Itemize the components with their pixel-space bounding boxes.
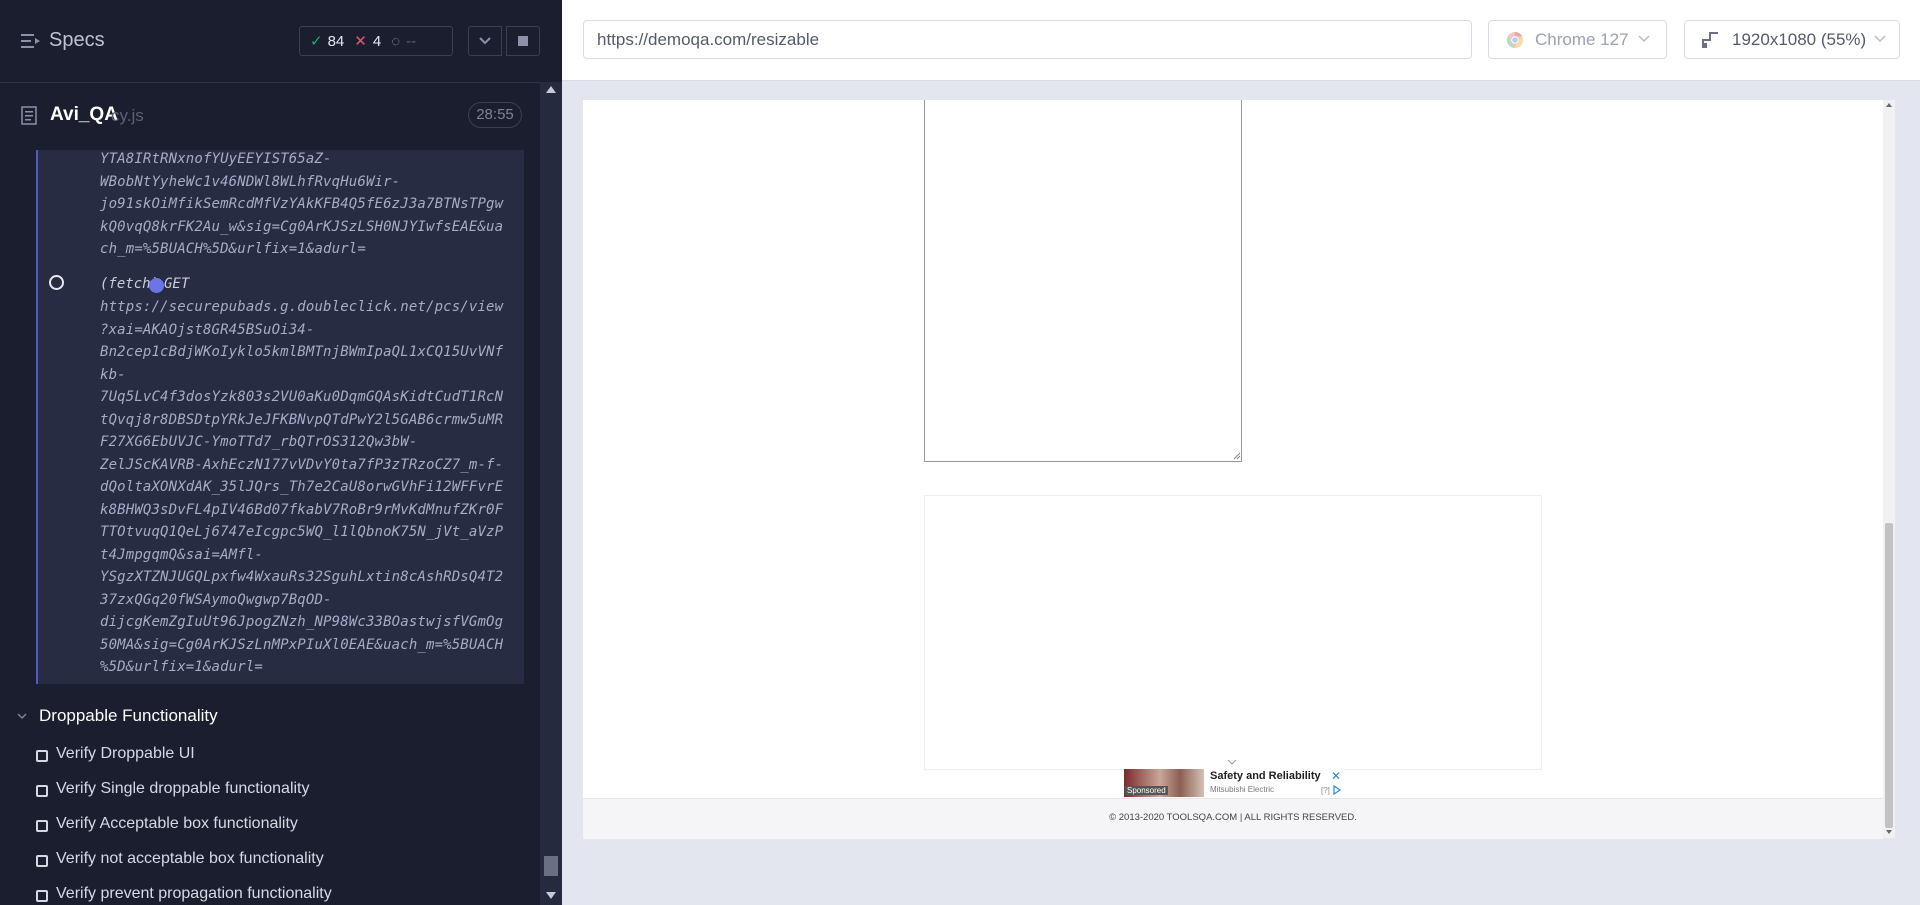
pending-count: ◌ -- [391, 32, 417, 50]
x-icon: ✕ [354, 33, 367, 50]
suite-title[interactable]: Droppable Functionality [39, 706, 218, 726]
failed-count: ✕ 4 [354, 32, 382, 51]
test-status-icon [36, 785, 48, 797]
scrollbar-thumb[interactable] [544, 856, 558, 876]
spinner-icon [49, 275, 64, 290]
ad-sponsored-label: Sponsored [1125, 786, 1168, 795]
spec-file-ext: cy.js [111, 106, 144, 125]
passed-count: ✓ 84 [310, 32, 345, 51]
scroll-up-arrow-icon[interactable] [1886, 103, 1892, 107]
viewport-icon [1702, 32, 1718, 48]
resize-handle-icon[interactable] [1233, 452, 1241, 460]
spinner-icon: ◌ [391, 32, 401, 50]
ad-title[interactable]: Safety and Reliability [1210, 770, 1321, 782]
chevron-down-icon [1638, 35, 1650, 43]
stop-button[interactable] [506, 26, 540, 56]
test-status-icon [36, 890, 48, 902]
test-stats: ✓ 84 ✕ 4 ◌ -- [299, 26, 453, 56]
file-icon [21, 106, 37, 125]
ad-choices-icon[interactable] [1332, 785, 1342, 795]
fetch-method: GET [164, 276, 190, 292]
specs-label[interactable]: Specs [49, 29, 105, 52]
close-icon[interactable]: ✕ [1331, 769, 1341, 783]
test-status-icon [36, 855, 48, 867]
log-entry-fetch-url[interactable]: https://securepubads.g.doubleclick.net/p… [100, 296, 503, 679]
viewport-label[interactable]: 1920x1080 (55%) [1732, 30, 1866, 50]
ad-info-link[interactable]: [?] [1321, 786, 1330, 795]
chevron-down-icon[interactable] [1226, 758, 1238, 766]
ad-advertiser: Mitsubishi Electric [1210, 785, 1275, 794]
ad-placeholder [924, 495, 1542, 770]
command-log: YTA8IRtRNxnofYUyEEYIST65aZ- WBobNtYyheWc… [36, 150, 524, 684]
pending-dot-icon [149, 278, 164, 293]
scroll-up-arrow-icon[interactable] [546, 86, 556, 93]
spec-file-name[interactable]: Avi_QA [50, 104, 118, 126]
chevron-down-icon[interactable] [16, 710, 28, 722]
stop-icon [518, 36, 528, 46]
chevron-down-icon [1874, 35, 1886, 43]
scroll-down-arrow-icon[interactable] [546, 892, 556, 899]
test-status-icon [36, 820, 48, 832]
test-status-icon [36, 750, 48, 762]
reporter-scrollbar[interactable] [540, 82, 562, 905]
url-bar[interactable]: https://demoqa.com/resizable [583, 20, 1472, 59]
footer-copyright: © 2013-2020 TOOLSQA.COM | ALL RIGHTS RES… [1109, 812, 1357, 823]
specs-list-icon[interactable] [20, 30, 42, 52]
browser-label[interactable]: Chrome 127 [1535, 30, 1629, 50]
spec-duration: 28:55 [468, 102, 522, 128]
chevron-down-icon [479, 37, 491, 45]
check-icon: ✓ [310, 33, 323, 50]
reporter-panel: Specs ✓ 84 ✕ 4 ◌ -- Avi_QA cy.js 28:55 Y… [0, 0, 562, 905]
chrome-icon [1506, 31, 1524, 49]
scroll-down-arrow-icon[interactable] [1886, 830, 1892, 834]
collapse-all-button[interactable] [468, 26, 502, 56]
scrollbar-thumb[interactable] [1885, 523, 1893, 828]
resizable-box[interactable] [924, 100, 1242, 462]
log-entry-previous[interactable]: YTA8IRtRNxnofYUyEEYIST65aZ- WBobNtYyheWc… [100, 150, 503, 261]
